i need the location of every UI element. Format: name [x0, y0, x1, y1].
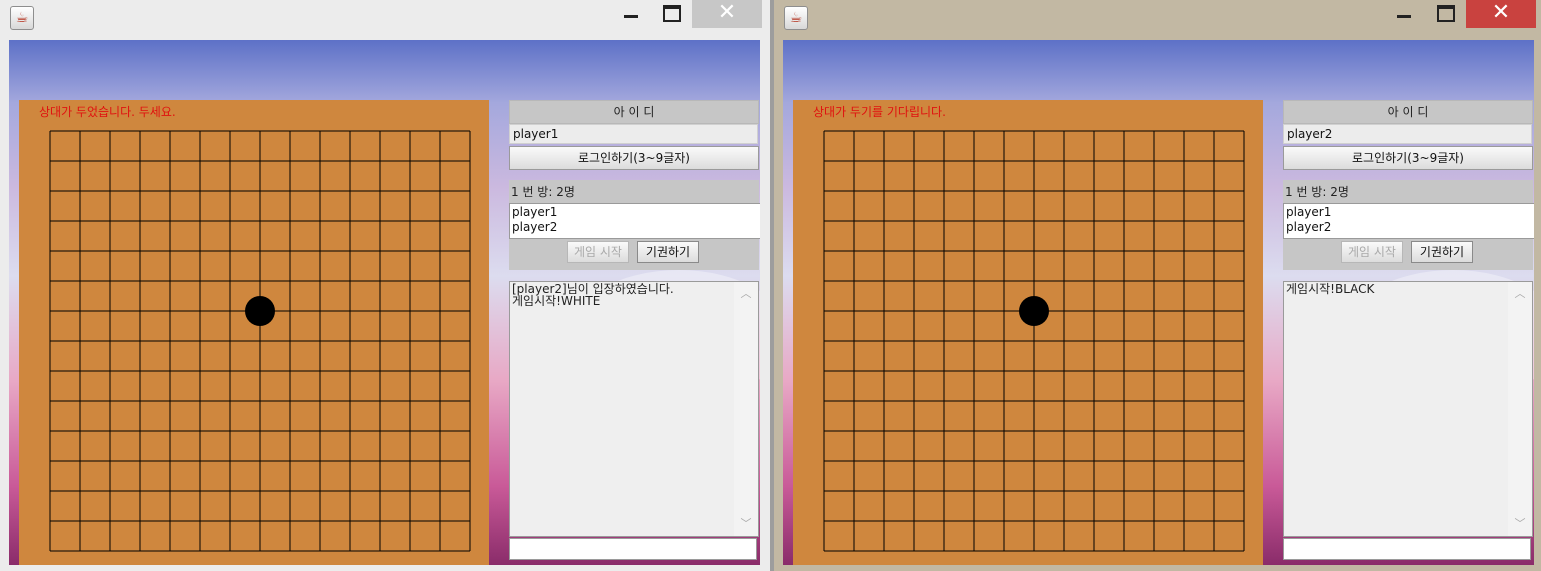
chat-log[interactable]: [player2]님이 입장하였습니다. 게임시작!WHITE ︿ ﹀ — [509, 281, 759, 537]
black-stone — [245, 296, 275, 326]
start-game-button[interactable]: 게임 시작 — [567, 241, 629, 263]
login-button[interactable]: 로그인하기(3~9글자) — [1283, 146, 1533, 170]
board-grid[interactable] — [49, 130, 471, 552]
omok-board[interactable]: 상대가 두었습니다. 두세요. — [19, 100, 489, 565]
chat-text: [player2]님이 입장하였습니다. 게임시작!WHITE — [512, 283, 727, 307]
game-window-player1: ☕ ✕ 상대가 두었습니다. 두세요. 아 이 디 player1 로그인하기(… — [0, 0, 770, 571]
chat-line: 게임시작!BLACK — [1286, 282, 1375, 296]
omok-board[interactable]: 상대가 두기를 기다립니다. — [793, 100, 1263, 565]
minimize-icon[interactable] — [616, 0, 646, 28]
id-field[interactable]: player2 — [1283, 124, 1532, 144]
user-list-item[interactable]: player1 — [1286, 205, 1532, 220]
user-list-item[interactable]: player1 — [512, 205, 758, 220]
chat-log[interactable]: 게임시작!BLACK ︿ ﹀ — [1283, 281, 1533, 537]
chevron-down-icon[interactable]: ﹀ — [740, 518, 752, 530]
close-icon[interactable]: ✕ — [1466, 0, 1536, 28]
user-list[interactable]: player1 player2 — [1283, 203, 1534, 239]
user-list-item[interactable]: player2 — [512, 220, 758, 235]
title-bar: ☕ ✕ — [0, 0, 770, 36]
user-list[interactable]: player1 player2 — [509, 203, 760, 239]
status-message: 상대가 두었습니다. 두세요. — [39, 105, 176, 119]
java-cup-icon[interactable]: ☕ — [784, 6, 808, 30]
chevron-down-icon[interactable]: ﹀ — [1514, 518, 1526, 530]
game-window-player2: ☕ ✕ 상대가 두기를 기다립니다. 아 이 디 player2 로그인하기(3… — [774, 0, 1541, 571]
status-message: 상대가 두기를 기다립니다. — [813, 105, 946, 119]
client-area: 상대가 두었습니다. 두세요. 아 이 디 player1 로그인하기(3~9글… — [9, 40, 760, 565]
java-cup-icon[interactable]: ☕ — [10, 6, 34, 30]
minimize-icon[interactable] — [1389, 0, 1419, 28]
chat-scrollbar[interactable]: ︿ ﹀ — [1508, 282, 1532, 536]
surrender-button[interactable]: 기권하기 — [1411, 241, 1473, 263]
id-label: 아 이 디 — [1283, 100, 1533, 124]
maximize-icon[interactable] — [1431, 0, 1461, 28]
chat-text: 게임시작!BLACK — [1286, 283, 1501, 295]
chat-scrollbar[interactable]: ︿ ﹀ — [734, 282, 758, 536]
board-grid[interactable] — [823, 130, 1245, 552]
close-icon[interactable]: ✕ — [692, 0, 762, 28]
chat-line: 게임시작!WHITE — [512, 294, 601, 308]
room-label: 1 번 방: 2명 — [1285, 185, 1349, 199]
chevron-up-icon[interactable]: ︿ — [740, 288, 752, 300]
room-area: 1 번 방: 2명 player1 player2 게임 시작 기권하기 — [1283, 180, 1534, 270]
room-label: 1 번 방: 2명 — [511, 185, 575, 199]
maximize-icon[interactable] — [657, 0, 687, 28]
id-label: 아 이 디 — [509, 100, 759, 124]
login-button[interactable]: 로그인하기(3~9글자) — [509, 146, 759, 170]
room-area: 1 번 방: 2명 player1 player2 게임 시작 기권하기 — [509, 180, 760, 270]
id-field[interactable]: player1 — [509, 124, 758, 144]
chat-input[interactable] — [1283, 538, 1531, 560]
black-stone — [1019, 296, 1049, 326]
title-bar: ☕ ✕ — [774, 0, 1541, 36]
client-area: 상대가 두기를 기다립니다. 아 이 디 player2 로그인하기(3~9글자… — [783, 40, 1534, 565]
user-list-item[interactable]: player2 — [1286, 220, 1532, 235]
chat-input[interactable] — [509, 538, 757, 560]
chevron-up-icon[interactable]: ︿ — [1514, 288, 1526, 300]
surrender-button[interactable]: 기권하기 — [637, 241, 699, 263]
start-game-button[interactable]: 게임 시작 — [1341, 241, 1403, 263]
